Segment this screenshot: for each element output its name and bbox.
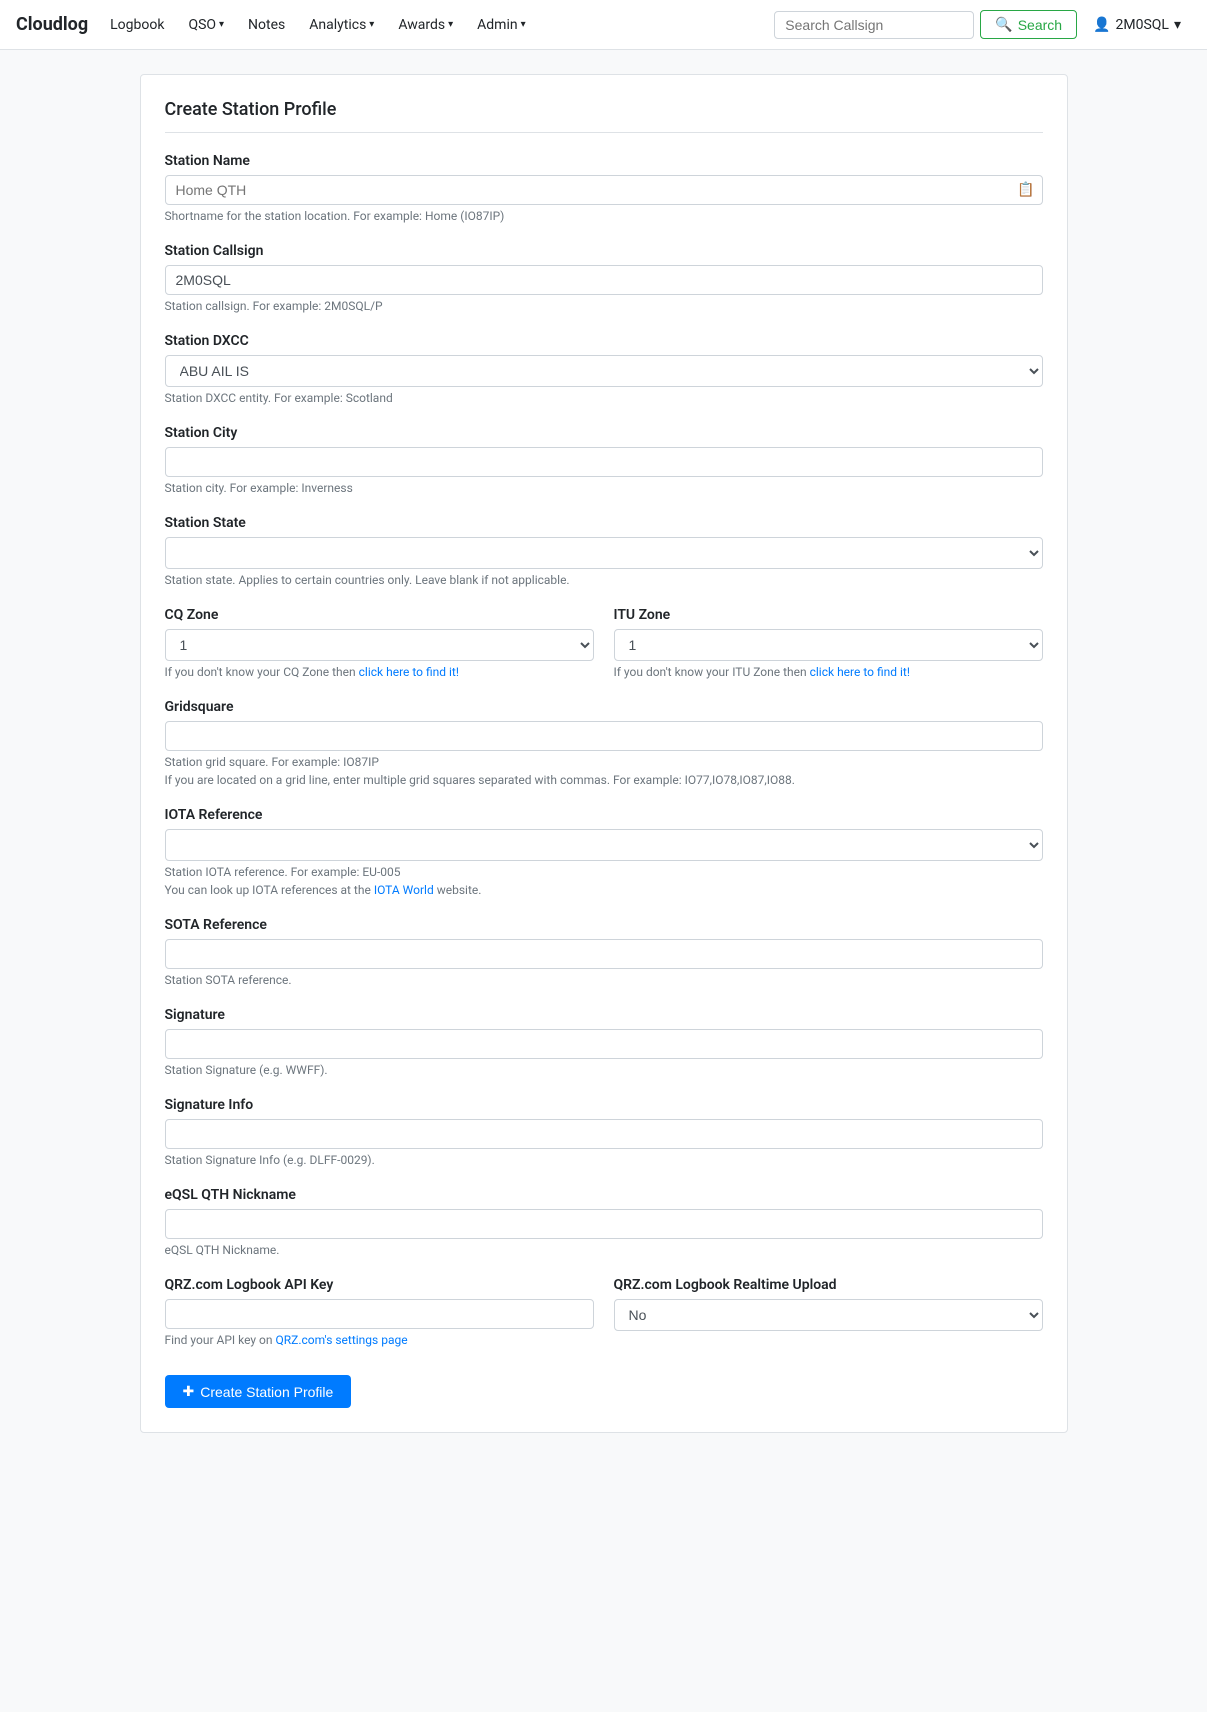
search-area: 🔍 Search 👤 2M0SQL ▾	[774, 10, 1191, 39]
create-station-profile-button[interactable]: ✚ Create Station Profile	[165, 1375, 352, 1408]
iota-reference-group: IOTA Reference Station IOTA reference. F…	[165, 807, 1043, 897]
station-dxcc-select[interactable]: ABU AIL IS	[165, 355, 1043, 387]
station-name-help: Shortname for the station location. For …	[165, 209, 1043, 223]
gridsquare-label: Gridsquare	[165, 699, 1043, 715]
user-menu[interactable]: 👤 2M0SQL ▾	[1083, 12, 1191, 38]
awards-dropdown-icon: ▾	[448, 19, 453, 30]
plus-icon: ✚	[183, 1383, 195, 1400]
nav-awards[interactable]: Awards▾	[388, 11, 463, 39]
station-name-group: Station Name 📋 Shortname for the station…	[165, 153, 1043, 223]
station-state-help: Station state. Applies to certain countr…	[165, 573, 1043, 587]
admin-dropdown-icon: ▾	[521, 19, 526, 30]
iota-reference-label: IOTA Reference	[165, 807, 1043, 823]
nav-admin[interactable]: Admin▾	[467, 11, 535, 39]
analytics-dropdown-icon: ▾	[369, 19, 374, 30]
navbar: Cloudlog Logbook QSO▾ Notes Analytics▾ A…	[0, 0, 1207, 50]
eqsl-qth-nickname-label: eQSL QTH Nickname	[165, 1187, 1043, 1203]
page-title: Create Station Profile	[165, 99, 1043, 133]
cq-zone-label: CQ Zone	[165, 607, 594, 623]
iota-reference-select[interactable]	[165, 829, 1043, 861]
iota-reference-help2: You can look up IOTA references at the I…	[165, 883, 1043, 897]
search-button[interactable]: 🔍 Search	[980, 10, 1077, 39]
signature-help: Station Signature (e.g. WWFF).	[165, 1063, 1043, 1077]
nav-notes[interactable]: Notes	[238, 11, 295, 39]
sota-reference-group: SOTA Reference Station SOTA reference.	[165, 917, 1043, 987]
form-card: Create Station Profile Station Name 📋 Sh…	[140, 74, 1068, 1433]
station-name-input[interactable]	[165, 175, 1043, 205]
station-state-group: Station State Station state. Applies to …	[165, 515, 1043, 587]
qrz-api-key-input[interactable]	[165, 1299, 594, 1329]
eqsl-qth-nickname-help: eQSL QTH Nickname.	[165, 1243, 1043, 1257]
sota-reference-label: SOTA Reference	[165, 917, 1043, 933]
search-icon: 🔍	[995, 16, 1012, 33]
nav-qso[interactable]: QSO▾	[178, 11, 234, 39]
itu-zone-help: If you don't know your ITU Zone then cli…	[614, 665, 1043, 679]
station-dxcc-group: Station DXCC ABU AIL IS Station DXCC ent…	[165, 333, 1043, 405]
iota-reference-help1: Station IOTA reference. For example: EU-…	[165, 865, 1043, 879]
qrz-realtime-upload-select[interactable]: No Yes	[614, 1299, 1043, 1331]
station-city-help: Station city. For example: Inverness	[165, 481, 1043, 495]
zone-row: CQ Zone 1 If you don't know your CQ Zone…	[165, 607, 1043, 699]
cq-zone-help: If you don't know your CQ Zone then clic…	[165, 665, 594, 679]
qrz-api-key-group: QRZ.com Logbook API Key Find your API ke…	[165, 1277, 594, 1347]
station-state-select[interactable]	[165, 537, 1043, 569]
signature-info-label: Signature Info	[165, 1097, 1043, 1113]
signature-info-help: Station Signature Info (e.g. DLFF-0029).	[165, 1153, 1043, 1167]
station-dxcc-label: Station DXCC	[165, 333, 1043, 349]
station-city-label: Station City	[165, 425, 1043, 441]
station-callsign-input[interactable]	[165, 265, 1043, 295]
itu-zone-link[interactable]: click here to find it!	[810, 665, 910, 679]
brand-logo[interactable]: Cloudlog	[16, 14, 88, 35]
submit-area: ✚ Create Station Profile	[165, 1367, 1043, 1408]
sota-reference-input[interactable]	[165, 939, 1043, 969]
gridsquare-help2: If you are located on a grid line, enter…	[165, 773, 1043, 787]
qrz-api-key-label: QRZ.com Logbook API Key	[165, 1277, 594, 1293]
itu-zone-label: ITU Zone	[614, 607, 1043, 623]
itu-zone-select[interactable]: 1	[614, 629, 1043, 661]
calendar-icon: 📋	[1017, 182, 1034, 198]
station-city-input[interactable]	[165, 447, 1043, 477]
station-callsign-help: Station callsign. For example: 2M0SQL/P	[165, 299, 1043, 313]
qrz-realtime-upload-label: QRZ.com Logbook Realtime Upload	[614, 1277, 1043, 1293]
station-callsign-label: Station Callsign	[165, 243, 1043, 259]
gridsquare-input[interactable]	[165, 721, 1043, 751]
cq-zone-select[interactable]: 1	[165, 629, 594, 661]
main-container: Create Station Profile Station Name 📋 Sh…	[124, 74, 1084, 1433]
nav-logbook[interactable]: Logbook	[100, 11, 174, 39]
eqsl-qth-nickname-input[interactable]	[165, 1209, 1043, 1239]
user-dropdown-icon: ▾	[1174, 17, 1181, 33]
signature-info-input[interactable]	[165, 1119, 1043, 1149]
cq-zone-group: CQ Zone 1 If you don't know your CQ Zone…	[165, 607, 594, 679]
cq-zone-link[interactable]: click here to find it!	[359, 665, 459, 679]
iota-world-link[interactable]: IOTA World	[374, 883, 434, 897]
gridsquare-help1: Station grid square. For example: IO87IP	[165, 755, 1043, 769]
station-dxcc-help: Station DXCC entity. For example: Scotla…	[165, 391, 1043, 405]
signature-info-group: Signature Info Station Signature Info (e…	[165, 1097, 1043, 1167]
qso-dropdown-icon: ▾	[219, 19, 224, 30]
station-callsign-group: Station Callsign Station callsign. For e…	[165, 243, 1043, 313]
nav-analytics[interactable]: Analytics▾	[299, 11, 384, 39]
qrz-settings-link[interactable]: QRZ.com's settings page	[276, 1333, 408, 1347]
station-state-label: Station State	[165, 515, 1043, 531]
signature-label: Signature	[165, 1007, 1043, 1023]
itu-zone-group: ITU Zone 1 If you don't know your ITU Zo…	[614, 607, 1043, 679]
qrz-api-key-help: Find your API key on QRZ.com's settings …	[165, 1333, 594, 1347]
station-city-group: Station City Station city. For example: …	[165, 425, 1043, 495]
gridsquare-group: Gridsquare Station grid square. For exam…	[165, 699, 1043, 787]
qrz-row: QRZ.com Logbook API Key Find your API ke…	[165, 1277, 1043, 1367]
user-icon: 👤	[1093, 17, 1110, 33]
station-name-label: Station Name	[165, 153, 1043, 169]
station-name-wrapper: 📋	[165, 175, 1043, 205]
qrz-realtime-upload-group: QRZ.com Logbook Realtime Upload No Yes	[614, 1277, 1043, 1347]
eqsl-qth-nickname-group: eQSL QTH Nickname eQSL QTH Nickname.	[165, 1187, 1043, 1257]
sota-reference-help: Station SOTA reference.	[165, 973, 1043, 987]
signature-input[interactable]	[165, 1029, 1043, 1059]
signature-group: Signature Station Signature (e.g. WWFF).	[165, 1007, 1043, 1077]
search-input[interactable]	[774, 11, 974, 39]
